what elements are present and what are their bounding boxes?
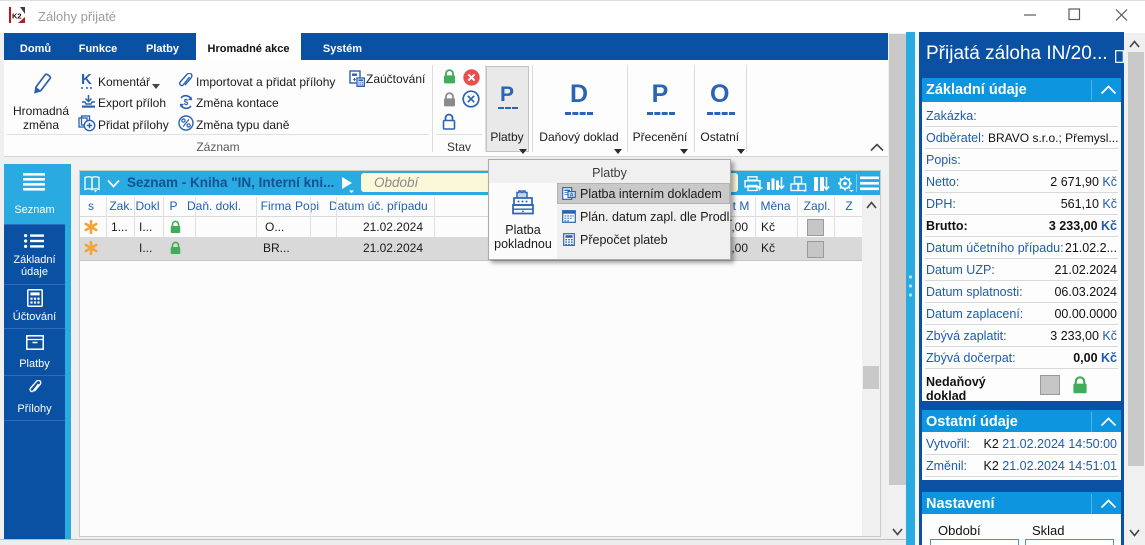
svg-text:$: $ [184, 98, 189, 107]
svg-text:K2: K2 [12, 12, 22, 21]
svg-text:A: A [570, 192, 574, 198]
